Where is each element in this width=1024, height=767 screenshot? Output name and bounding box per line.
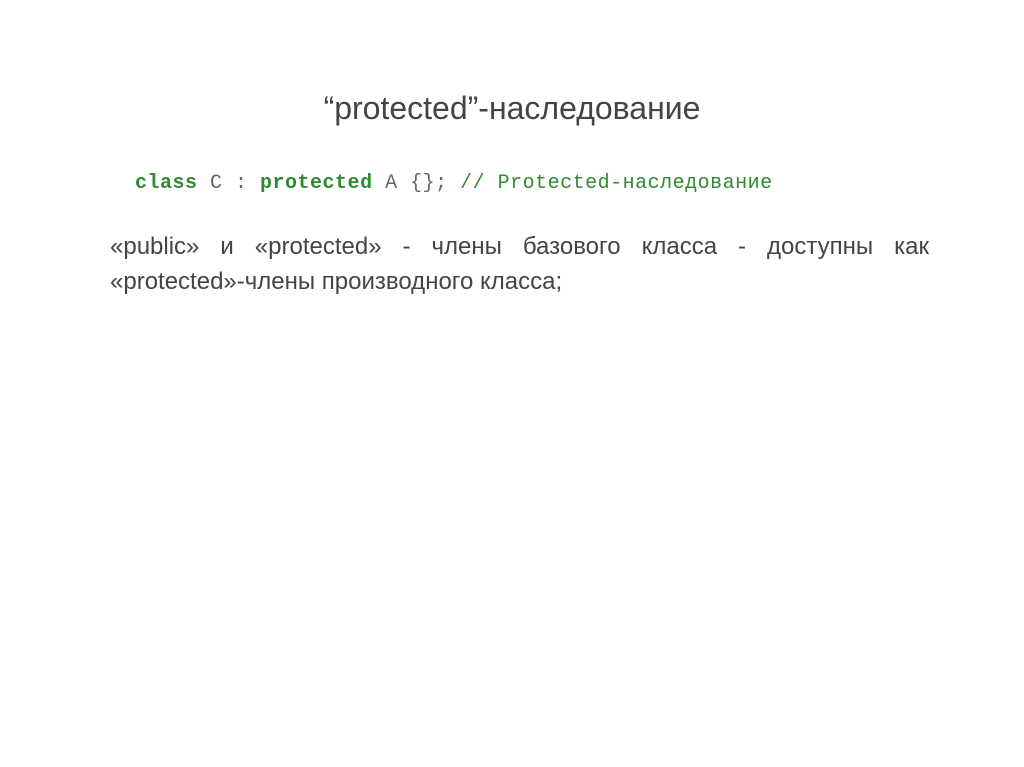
code-comment: // Protected-наследование [460,172,773,195]
class-name-c: C [198,172,236,195]
keyword-protected: protected [260,172,373,195]
body-paragraph: «public» и «protected» - члены базового … [110,230,929,300]
keyword-class: class [135,172,198,195]
braces: {}; [410,172,460,195]
base-name-a: A [373,172,411,195]
slide-title: “protected”-наследование [95,90,929,127]
code-snippet: class C : protected A {}; // Protected-н… [135,172,929,195]
colon: : [235,172,260,195]
